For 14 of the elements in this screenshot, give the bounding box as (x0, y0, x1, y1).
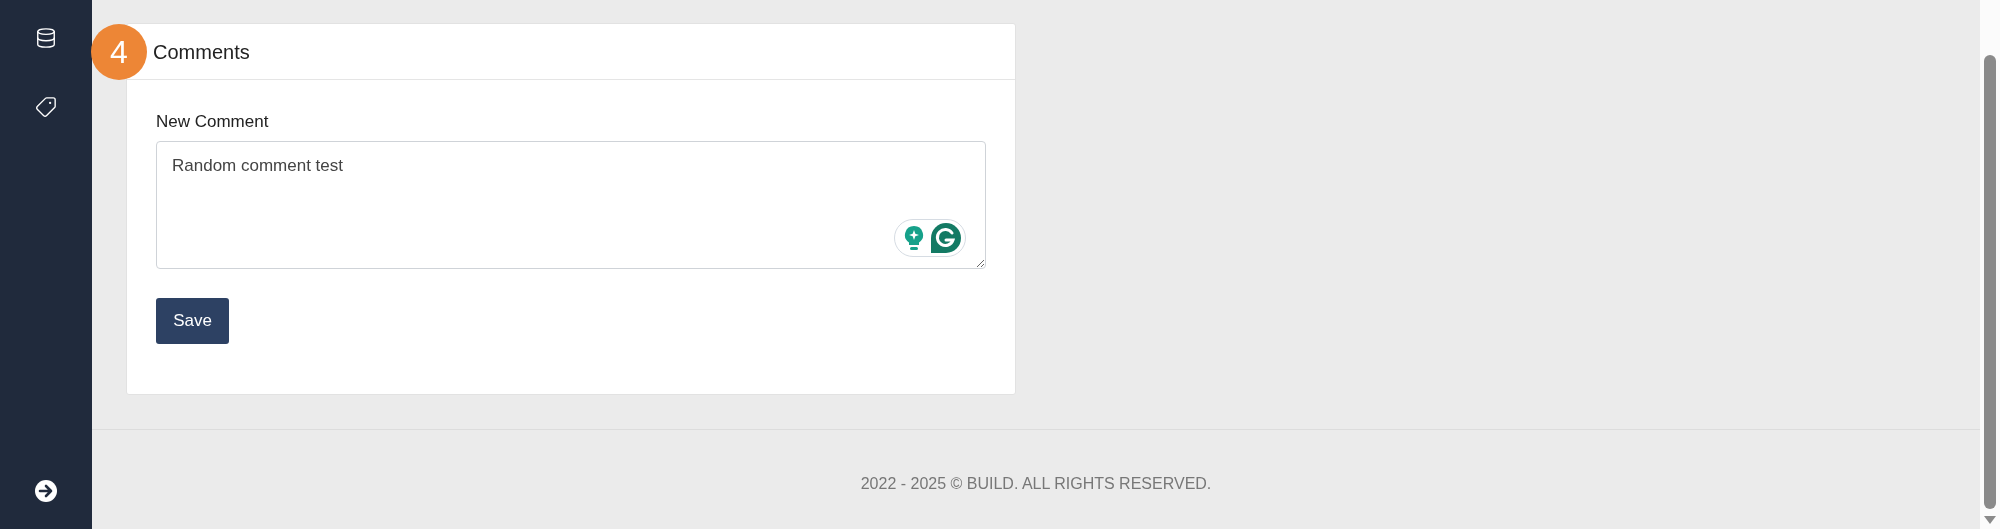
copyright-text: 2022 - 2025 © BUILD. ALL RIGHTS RESERVED. (860, 473, 1212, 494)
step-badge: 4 (91, 24, 147, 80)
arrow-right-icon[interactable] (34, 479, 58, 503)
grammarly-icon[interactable] (930, 221, 962, 254)
comment-textarea[interactable]: Random comment test (156, 140, 986, 269)
tag-icon[interactable] (35, 96, 57, 118)
database-icon[interactable] (35, 27, 57, 49)
grammarly-widget[interactable] (894, 218, 966, 257)
scrollbar-thumb[interactable] (1984, 55, 1996, 509)
card-title: Comments (153, 39, 250, 65)
save-button[interactable]: Save (156, 297, 229, 344)
lightbulb-icon[interactable] (904, 224, 924, 251)
scroll-down-icon[interactable] (1983, 515, 1997, 525)
field-label: New Comment (156, 111, 269, 133)
